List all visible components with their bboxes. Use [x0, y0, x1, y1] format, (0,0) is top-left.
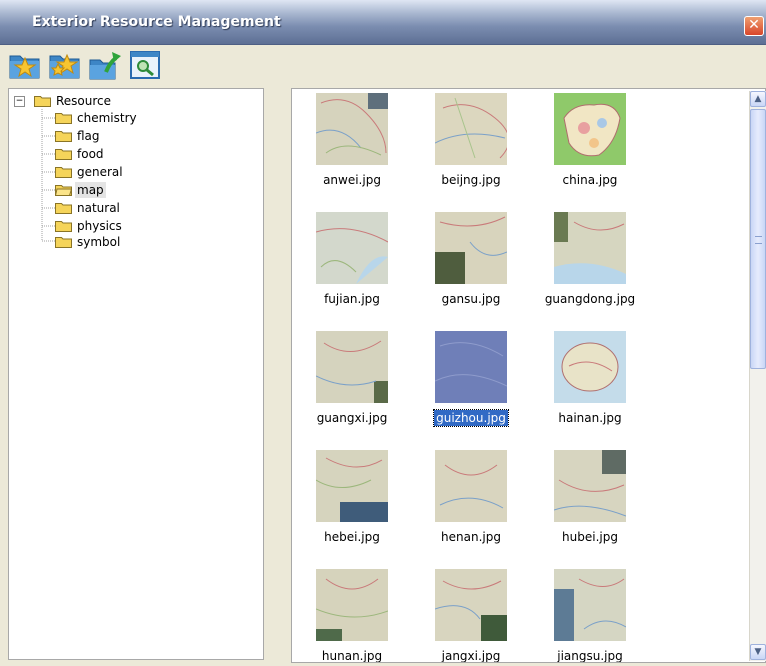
map-thumbnail	[435, 450, 507, 522]
file-name: guangdong.jpg	[544, 292, 636, 306]
tree-label: food	[77, 147, 104, 161]
tree-label: map	[75, 182, 106, 198]
add-favorite-button[interactable]	[48, 46, 82, 82]
map-thumbnail	[316, 212, 388, 284]
file-item-anwei[interactable]: anwei.jpg	[297, 93, 407, 205]
folder-tree: − Resource chemistry flag food general m…	[8, 88, 264, 660]
file-item-gansu[interactable]: gansu.jpg	[416, 212, 526, 324]
file-item-guizhou[interactable]: guizhou.jpg	[416, 331, 526, 443]
map-thumbnail	[435, 331, 507, 403]
folder-icon	[55, 221, 72, 232]
tree-label: physics	[77, 219, 122, 233]
folder-icon	[34, 96, 51, 107]
file-name: guangxi.jpg	[316, 411, 388, 425]
file-name: beijng.jpg	[441, 173, 501, 187]
tree-label: symbol	[77, 235, 121, 249]
file-name: guizhou.jpg	[433, 409, 509, 427]
file-name: fujian.jpg	[324, 292, 380, 306]
minus-icon: −	[15, 96, 24, 106]
folder-star-icon	[9, 55, 40, 79]
folder-icon	[55, 149, 72, 160]
folder-icon	[55, 237, 72, 248]
file-name: hunan.jpg	[321, 649, 383, 663]
map-thumbnail	[316, 450, 388, 522]
folder-icon	[55, 131, 72, 142]
folder-up-arrow-icon	[89, 52, 121, 80]
file-name: china.jpg	[562, 173, 618, 187]
collapse-toggle[interactable]: −	[14, 96, 25, 107]
chevron-down-icon: ▼	[754, 647, 762, 657]
file-name: anwei.jpg	[323, 173, 381, 187]
grip-icon	[755, 236, 762, 244]
vertical-scrollbar[interactable]: ▲ ▼	[749, 91, 766, 661]
file-name: henan.jpg	[441, 530, 501, 544]
file-item-guangxi[interactable]: guangxi.jpg	[297, 331, 407, 443]
file-name: gansu.jpg	[441, 292, 501, 306]
file-item-jangxi[interactable]: jangxi.jpg	[416, 569, 526, 663]
magnifier-window-icon	[130, 51, 160, 79]
folder-icon	[55, 113, 72, 124]
tree-label: natural	[77, 201, 120, 215]
file-name: hubei.jpg	[562, 530, 618, 544]
map-thumbnail	[435, 569, 507, 641]
scroll-thumb[interactable]	[750, 109, 766, 369]
map-thumbnail	[554, 93, 626, 165]
file-item-henan[interactable]: henan.jpg	[416, 450, 526, 562]
open-folder-icon	[55, 185, 72, 196]
map-thumbnail	[435, 93, 507, 165]
scroll-down-button[interactable]: ▼	[750, 644, 766, 660]
folder-stars-icon	[49, 53, 80, 79]
upload-folder-button[interactable]	[88, 46, 122, 82]
file-name: jangxi.jpg	[441, 649, 501, 663]
file-item-hebei[interactable]: hebei.jpg	[297, 450, 407, 562]
file-item-hubei[interactable]: hubei.jpg	[535, 450, 645, 562]
file-item-beijng[interactable]: beijng.jpg	[416, 93, 526, 205]
file-name: jiangsu.jpg	[557, 649, 623, 663]
scroll-up-button[interactable]: ▲	[750, 91, 766, 107]
tree-label: flag	[77, 129, 100, 143]
map-thumbnail	[554, 212, 626, 284]
file-item-hunan[interactable]: hunan.jpg	[297, 569, 407, 663]
file-name: hebei.jpg	[324, 530, 380, 544]
map-thumbnail	[316, 569, 388, 641]
tree-label: chemistry	[77, 111, 137, 125]
new-folder-star-button[interactable]	[8, 46, 42, 82]
map-thumbnail	[435, 212, 507, 284]
file-item-china[interactable]: china.jpg	[535, 93, 645, 205]
window-title: Exterior Resource Management	[32, 14, 281, 30]
chevron-up-icon: ▲	[754, 94, 762, 104]
map-thumbnail	[554, 569, 626, 641]
map-thumbnail	[554, 450, 626, 522]
search-resource-button[interactable]	[128, 46, 162, 82]
tree-label: general	[77, 165, 123, 179]
folder-icon	[55, 203, 72, 214]
folder-icon	[55, 167, 72, 178]
map-thumbnail	[316, 93, 388, 165]
close-button[interactable]: ✕	[744, 16, 764, 36]
file-item-jiangsu[interactable]: jiangsu.jpg	[535, 569, 645, 663]
tree-label: Resource	[56, 94, 112, 108]
resource-window: Exterior Resource Management ✕ − Resourc…	[0, 0, 766, 666]
map-thumbnail	[554, 331, 626, 403]
close-icon: ✕	[748, 17, 760, 33]
file-name: hainan.jpg	[558, 411, 622, 425]
file-item-fujian[interactable]: fujian.jpg	[297, 212, 407, 324]
map-thumbnail	[316, 331, 388, 403]
title-bar[interactable]: Exterior Resource Management ✕	[0, 0, 766, 45]
file-item-guangdong[interactable]: guangdong.jpg	[535, 212, 645, 324]
thumbnail-grid: anwei.jpg beijng.jpg china.jpg fujian.jp…	[291, 88, 766, 663]
file-item-hainan[interactable]: hainan.jpg	[535, 331, 645, 443]
